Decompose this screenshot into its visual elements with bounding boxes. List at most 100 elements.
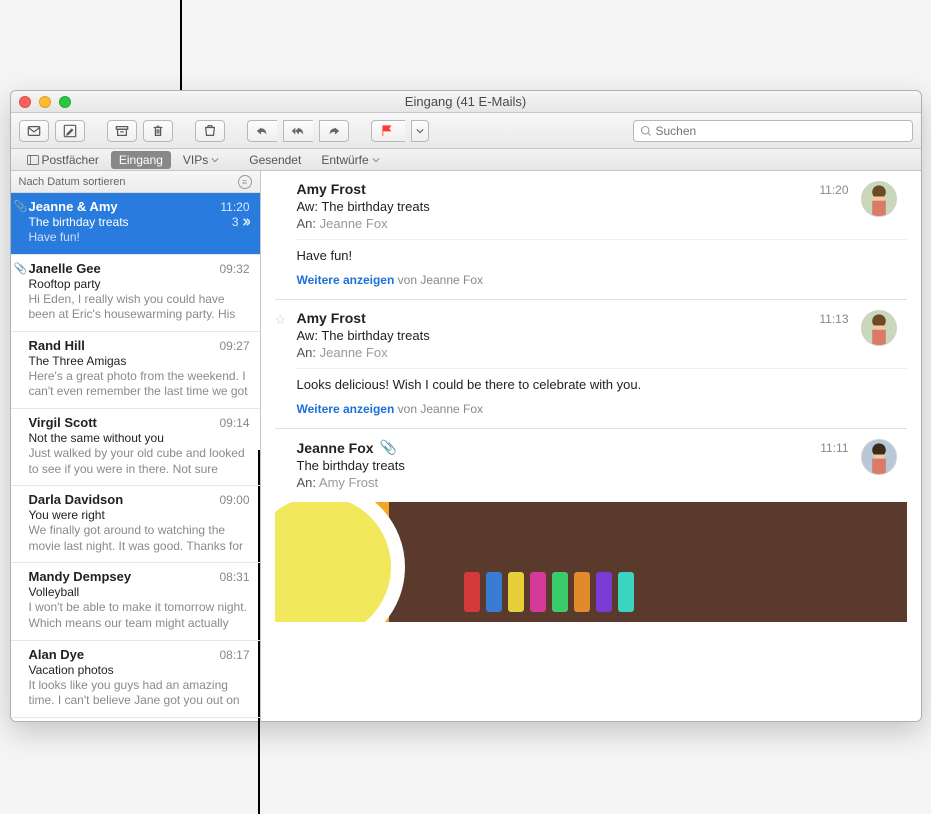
thread-count: 3 bbox=[232, 215, 250, 229]
message-row[interactable]: Darla Davidson09:00You were rightWe fina… bbox=[11, 486, 260, 563]
sort-bar[interactable]: Nach Datum sortieren ≡ bbox=[11, 171, 260, 193]
mail-subject: The birthday treats bbox=[297, 458, 907, 473]
mail-sender: Amy Frost bbox=[297, 181, 907, 197]
mailboxes-label: Postfächer bbox=[42, 153, 99, 167]
flag-icon bbox=[381, 125, 395, 137]
show-more-link[interactable]: Weitere anzeigen bbox=[297, 273, 395, 287]
callout-line-top bbox=[180, 0, 182, 90]
drafts-tab[interactable]: Entwürfe bbox=[313, 151, 387, 169]
preview-text: I won't be able to make it tomorrow nigh… bbox=[29, 600, 250, 631]
mail-subject: Aw: The birthday treats bbox=[297, 199, 907, 214]
sender: Alan Dye bbox=[29, 647, 85, 662]
subject: Rooftop party bbox=[29, 277, 101, 291]
toolbar bbox=[11, 113, 921, 149]
drafts-tab-label: Entwürfe bbox=[321, 153, 368, 167]
junk-button[interactable] bbox=[195, 120, 225, 142]
delete-button[interactable] bbox=[143, 120, 173, 142]
message-row[interactable]: Alan Dye08:17Vacation photosIt looks lik… bbox=[11, 641, 260, 718]
preview-text: Have fun! bbox=[29, 230, 250, 246]
archive-button[interactable] bbox=[107, 120, 137, 142]
mail-window: Eingang (41 E-Mails) bbox=[10, 90, 922, 722]
mail-sender: Jeanne Fox 📎 bbox=[297, 439, 907, 456]
message-row[interactable]: Robert Fabian08:06Lost and foundHi every… bbox=[11, 718, 260, 721]
mail-body: Have fun! bbox=[297, 248, 907, 263]
sender: Jeanne & Amy bbox=[29, 199, 118, 214]
flag-menu-button[interactable] bbox=[411, 120, 429, 142]
message-row[interactable]: Virgil Scott09:14Not the same without yo… bbox=[11, 409, 260, 486]
search-icon bbox=[640, 125, 652, 137]
mail-time: 11:13 bbox=[819, 312, 848, 326]
avatar[interactable] bbox=[861, 310, 897, 346]
message-list-pane: Nach Datum sortieren ≡ 📎Jeanne & Amy11:2… bbox=[11, 171, 261, 721]
compose-button[interactable] bbox=[55, 120, 85, 142]
star-toggle[interactable]: ☆ bbox=[275, 310, 297, 360]
titlebar: Eingang (41 E-Mails) bbox=[11, 91, 921, 113]
preview-text: We finally got around to watching the mo… bbox=[29, 523, 250, 554]
attachment-icon: 📎 bbox=[14, 262, 28, 275]
get-mail-button[interactable] bbox=[19, 120, 49, 142]
reply-all-icon bbox=[291, 124, 305, 138]
sent-tab[interactable]: Gesendet bbox=[241, 151, 309, 169]
chevron-down-icon bbox=[416, 127, 424, 135]
message-list[interactable]: 📎Jeanne & Amy11:20The birthday treats3 H… bbox=[11, 193, 260, 721]
to-label: An: bbox=[297, 475, 317, 490]
attachment-image[interactable] bbox=[275, 502, 907, 622]
to-label: An: bbox=[297, 216, 317, 231]
mailboxes-toggle[interactable]: Postfächer bbox=[19, 151, 107, 169]
show-more-from: von Jeanne Fox bbox=[398, 273, 483, 287]
mail-card: ☆Amy Frost Aw: The birthday treatsAn: Je… bbox=[275, 310, 907, 429]
preview-text: Hi Eden, I really wish you could have be… bbox=[29, 292, 250, 323]
message-row[interactable]: Mandy Dempsey 08:31 VolleyballI won't be a… bbox=[11, 563, 260, 640]
forward-button[interactable] bbox=[319, 120, 349, 142]
search-input[interactable] bbox=[656, 124, 906, 138]
flag-button[interactable] bbox=[371, 120, 405, 142]
reply-button[interactable] bbox=[247, 120, 277, 142]
preview-text: Here's a great photo from the weekend. I… bbox=[29, 369, 250, 400]
star-toggle[interactable] bbox=[275, 439, 297, 490]
reply-icon bbox=[255, 124, 269, 138]
subject: Volleyball bbox=[29, 585, 80, 599]
to-label: An: bbox=[297, 345, 317, 360]
to-value: Jeanne Fox bbox=[320, 345, 388, 360]
preview-pane[interactable]: Amy Frost Aw: The birthday treats An: Jea… bbox=[261, 171, 921, 721]
subject: The Three Amigas bbox=[29, 354, 127, 368]
sender: Mandy Dempsey bbox=[29, 569, 132, 584]
inbox-tab-label: Eingang bbox=[119, 153, 163, 167]
attachment-icon: 📎 bbox=[14, 200, 28, 213]
time: 09:32 bbox=[219, 262, 249, 276]
avatar[interactable] bbox=[861, 439, 897, 475]
filter-icon[interactable]: ≡ bbox=[238, 175, 252, 189]
sort-label: Nach Datum sortieren bbox=[19, 176, 126, 188]
avatar[interactable] bbox=[861, 181, 897, 217]
preview-text: Just walked by your old cube and looked … bbox=[29, 446, 250, 477]
mail-card: Jeanne Fox 📎The birthday treatsAn: Amy F… bbox=[275, 439, 907, 622]
subject: Not the same without you bbox=[29, 431, 164, 445]
subject: You were right bbox=[29, 508, 105, 522]
preview-text: It looks like you guys had an amazing ti… bbox=[29, 678, 250, 709]
vips-tab-label: VIPs bbox=[183, 153, 208, 167]
mail-time: 11:20 bbox=[819, 183, 848, 197]
time: 09:14 bbox=[219, 416, 249, 430]
vips-tab[interactable]: VIPs bbox=[175, 151, 227, 169]
chevron-down-icon bbox=[372, 156, 380, 164]
search-field[interactable] bbox=[633, 120, 913, 142]
favorites-bar: Postfächer Eingang VIPs Gesendet Entwürf… bbox=[11, 149, 921, 171]
sender: Janelle Gee bbox=[29, 261, 101, 276]
reply-all-button[interactable] bbox=[283, 120, 313, 142]
inbox-tab[interactable]: Eingang bbox=[111, 151, 171, 169]
mail-sender: Amy Frost bbox=[297, 310, 907, 326]
show-more-from: von Jeanne Fox bbox=[398, 402, 483, 416]
time: 08:31 bbox=[219, 570, 249, 584]
archive-icon bbox=[115, 124, 129, 138]
sender: Rand Hill bbox=[29, 338, 85, 353]
message-row[interactable]: 📎Janelle Gee 09:32 Rooftop partyHi Eden, I… bbox=[11, 255, 260, 332]
star-toggle[interactable] bbox=[275, 181, 297, 231]
message-row[interactable]: Rand Hill09:27The Three AmigasHere's a g… bbox=[11, 332, 260, 409]
show-more-link[interactable]: Weitere anzeigen bbox=[297, 402, 395, 416]
message-row[interactable]: 📎Jeanne & Amy11:20The birthday treats3 H… bbox=[11, 193, 260, 255]
time: 11:20 bbox=[220, 200, 249, 214]
inbox-icon bbox=[27, 124, 41, 138]
subject: Vacation photos bbox=[29, 663, 114, 677]
chevron-down-icon bbox=[211, 156, 219, 164]
content: Nach Datum sortieren ≡ 📎Jeanne & Amy11:2… bbox=[11, 171, 921, 721]
